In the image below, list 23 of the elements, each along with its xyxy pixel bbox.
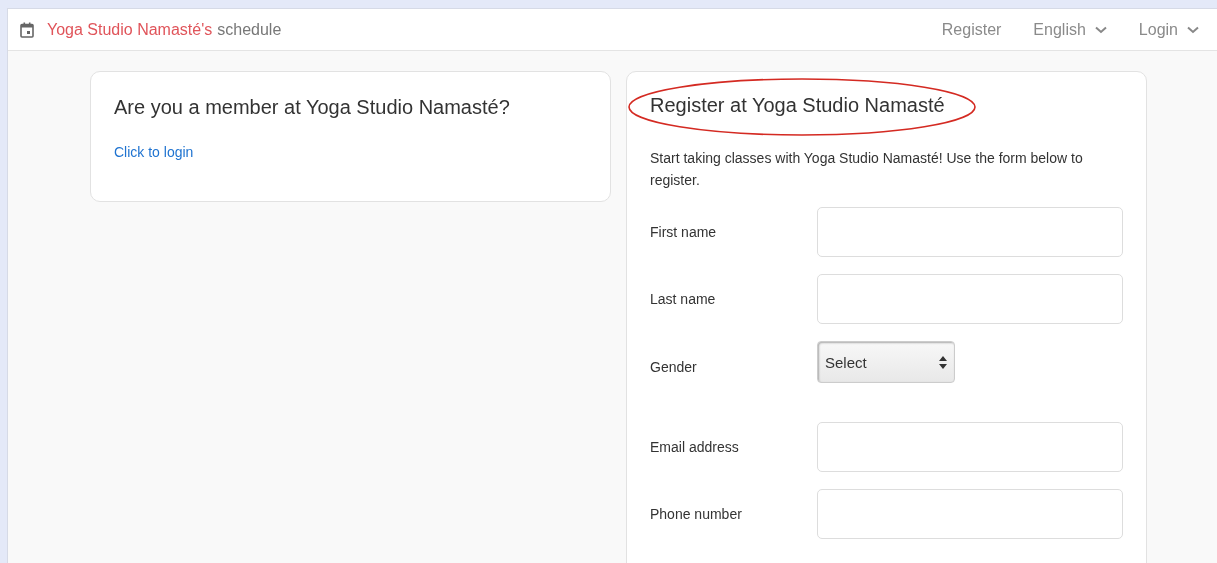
studio-name[interactable]: Yoga Studio Namasté's	[47, 20, 213, 39]
sort-arrows-icon	[939, 355, 947, 369]
chevron-down-icon	[1187, 25, 1199, 34]
input-field[interactable]	[817, 207, 1123, 257]
field-label: Email address	[650, 439, 740, 455]
chevron-down-icon	[1094, 25, 1107, 34]
gender-select[interactable]: Select	[817, 341, 955, 383]
field-label: Phone number	[650, 506, 743, 522]
nav-dropdown[interactable]: English	[1033, 20, 1107, 39]
field-label: First name	[650, 224, 718, 240]
input-field[interactable]	[817, 489, 1123, 539]
page-title: schedule	[217, 20, 282, 39]
nav-dropdown[interactable]: Login	[1138, 20, 1199, 39]
input-field[interactable]	[817, 274, 1123, 324]
field-label: Gender	[650, 358, 698, 375]
card-heading: Register at Yoga Studio Namasté	[650, 94, 946, 117]
card-heading: Are you a member at Yoga Studio Namasté?	[114, 96, 511, 119]
calendar-icon	[20, 21, 34, 38]
nav-link[interactable]: Register	[941, 20, 1002, 39]
login-link[interactable]: Click to login	[114, 144, 587, 160]
field-label: Last name	[650, 291, 717, 307]
intro-text: Start taking classes with Yoga Studio Namasté! Use the form below to register.	[650, 149, 1084, 190]
input-field[interactable]	[817, 422, 1123, 472]
